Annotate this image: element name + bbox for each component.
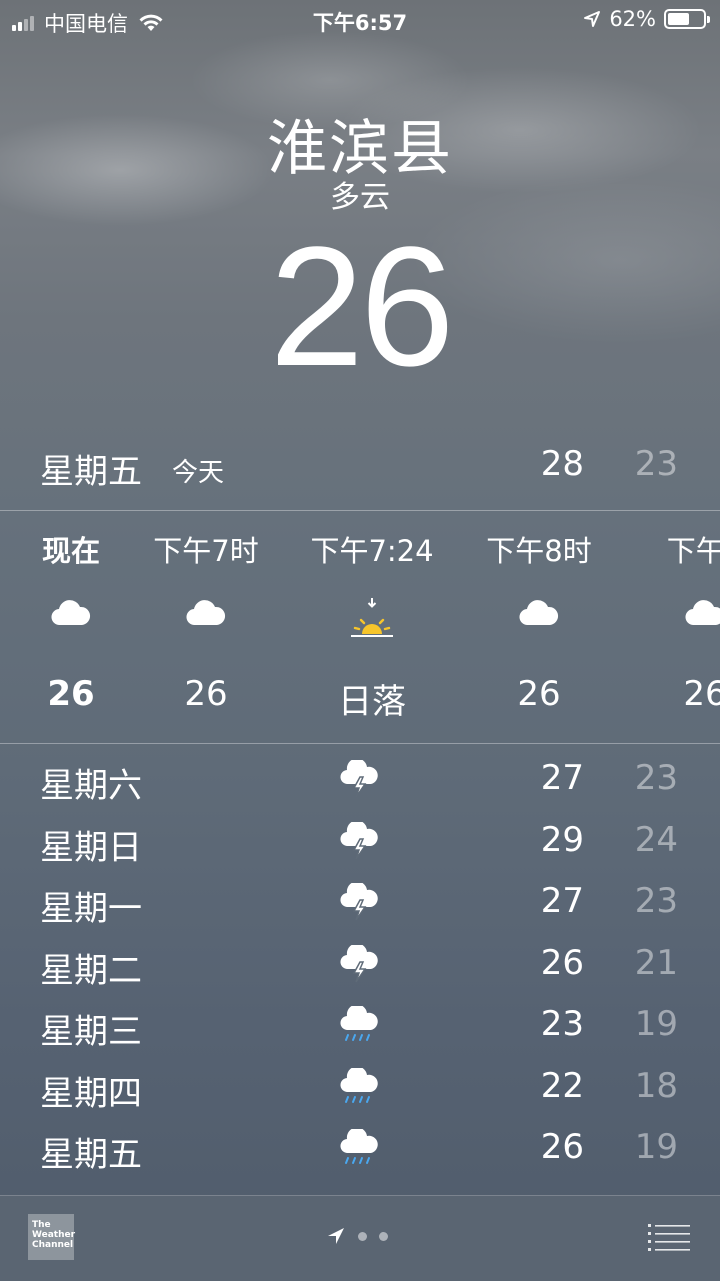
rain-icon [340, 1065, 380, 1115]
forecast-high: 26 [540, 942, 584, 983]
forecast-low: 19 [634, 1127, 678, 1167]
sunset-icon [349, 596, 395, 644]
list-item: 星期一 27 23 [0, 873, 720, 935]
today-day: 星期五 [40, 452, 142, 492]
current-temperature: 26 [269, 212, 454, 402]
hour-temp: 26 [683, 674, 720, 714]
hour-temp: 日落 [338, 682, 406, 722]
divider [0, 510, 720, 511]
forecast-high: 22 [540, 1065, 584, 1106]
list-item: 星期二 26 21 [0, 935, 720, 997]
hour-label: 下午9 [666, 534, 720, 568]
cloud-icon [186, 600, 226, 630]
hour-label: 下午7:24 [310, 534, 434, 568]
weather-channel-logo[interactable]: The Weather Channel [28, 1214, 75, 1260]
forecast-low: 24 [634, 819, 678, 860]
today-low: 23 [634, 444, 678, 484]
status-bar: 中国电信 下午6:57 62% [0, 0, 720, 40]
forecast-day: 星期四 [40, 1073, 142, 1114]
battery-percentage: 62% [609, 7, 656, 31]
today-high: 28 [540, 444, 584, 484]
forecast-low: 23 [634, 758, 678, 798]
hour-temp: 26 [517, 674, 561, 714]
list-item: 星期日 29 24 [0, 812, 720, 874]
thunderstorm-icon [340, 758, 380, 807]
daily-forecast-list[interactable]: 星期六 27 23 星期日 29 24 星期一 27 23 星期二 26 21 … [0, 750, 720, 1181]
thunderstorm-icon [340, 881, 380, 930]
cloud-icon [51, 600, 91, 630]
weather-condition: 多云 [330, 180, 390, 215]
list-icon[interactable] [648, 1222, 690, 1252]
page-indicator[interactable] [326, 1226, 388, 1246]
forecast-high: 29 [540, 819, 584, 860]
location-arrow-icon [584, 11, 601, 27]
divider [0, 743, 720, 744]
hourly-forecast[interactable]: 现在 26 下午7时 26 下午7:24 日落 下午8时 26 下午 26 [0, 512, 720, 742]
thunderstorm-icon [340, 819, 380, 869]
forecast-day: 星期五 [40, 1135, 142, 1175]
forecast-low: 19 [634, 1004, 678, 1044]
forecast-low: 21 [634, 942, 678, 983]
forecast-day: 星期日 [40, 827, 142, 868]
list-item: 星期三 23 19 [0, 996, 720, 1058]
forecast-high: 27 [540, 881, 584, 921]
battery-icon [664, 9, 710, 29]
list-item: 星期四 22 18 [0, 1058, 720, 1120]
list-item: 星期五 26 19 [0, 1119, 720, 1181]
today-row: 星期五 今天 28 23 [0, 440, 720, 492]
rain-icon [340, 1004, 380, 1053]
thunderstorm-icon [340, 942, 380, 992]
hour-temp: 26 [47, 674, 95, 714]
bottom-toolbar: The Weather Channel [0, 1195, 720, 1281]
list-item: 星期六 27 23 [0, 750, 720, 812]
cloud-icon [519, 600, 559, 630]
forecast-high: 23 [540, 1004, 584, 1044]
forecast-day: 星期二 [40, 950, 142, 991]
rain-icon [340, 1127, 380, 1176]
forecast-high: 26 [540, 1127, 584, 1167]
forecast-high: 27 [540, 758, 584, 798]
forecast-low: 18 [634, 1065, 678, 1106]
page-dot[interactable] [358, 1231, 367, 1241]
forecast-day: 星期三 [40, 1012, 142, 1052]
forecast-day: 星期六 [40, 766, 142, 806]
forecast-low: 23 [634, 881, 678, 921]
forecast-day: 星期一 [40, 889, 142, 929]
hour-label: 下午7时 [153, 534, 259, 568]
page-dot[interactable] [379, 1231, 388, 1241]
hour-label: 下午8时 [486, 534, 592, 568]
hour-label: 现在 [41, 534, 101, 568]
cloud-icon [685, 600, 720, 630]
today-label: 今天 [172, 458, 225, 488]
hour-temp: 26 [184, 674, 228, 714]
location-arrow-icon [328, 1228, 344, 1244]
